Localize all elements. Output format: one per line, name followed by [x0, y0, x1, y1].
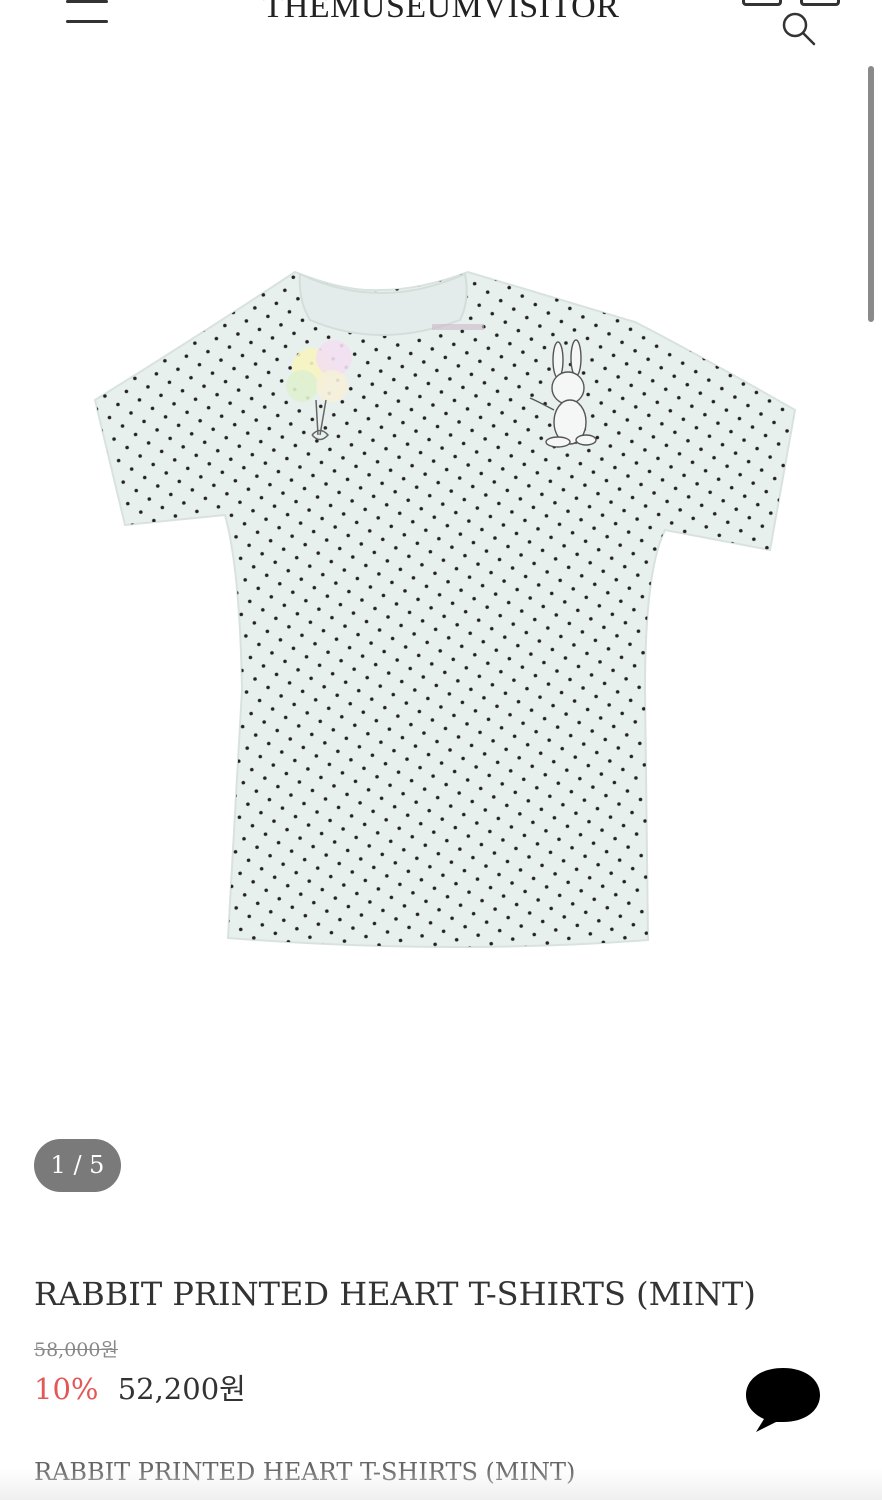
discount-rate: 10% [34, 1372, 99, 1406]
original-price: 58,000원 [34, 1339, 118, 1361]
header: THEMUSEUMVISITOR [0, 0, 882, 60]
scrollbar[interactable] [868, 66, 874, 322]
chat-bubble-icon[interactable] [742, 1364, 824, 1436]
my-account-icon[interactable] [742, 0, 782, 6]
price-row: 10% 52,200원 [34, 1366, 246, 1408]
image-counter: 1 / 5 [34, 1139, 121, 1192]
product-image[interactable] [80, 250, 800, 970]
sale-price: 52,200원 [117, 1372, 246, 1406]
search-icon[interactable] [780, 10, 818, 48]
cart-icon[interactable] [800, 0, 840, 6]
product-title: RABBIT PRINTED HEART T-SHIRTS (MINT) [34, 1275, 756, 1313]
description-title: RABBIT PRINTED HEART T-SHIRTS (MINT) [34, 1458, 576, 1486]
